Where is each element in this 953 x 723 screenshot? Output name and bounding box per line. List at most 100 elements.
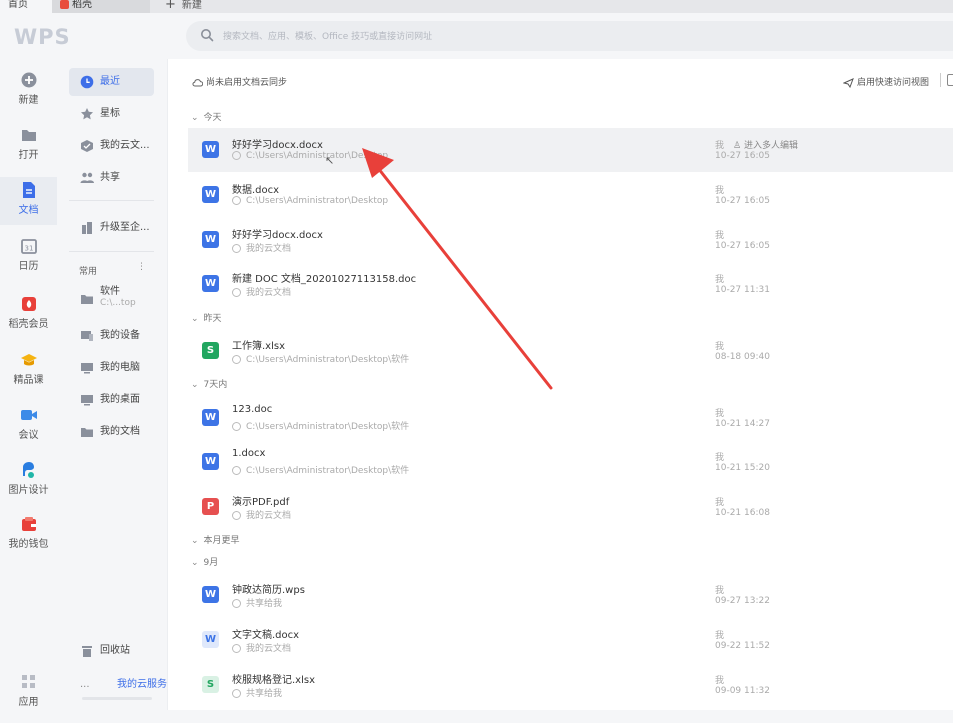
calendar-icon: 31 xyxy=(20,239,37,254)
cloud-doc-icon xyxy=(232,644,241,653)
quick-view-label: 启用快速访问视图 xyxy=(856,78,929,88)
search-input[interactable]: 搜索文档、应用、模板、Office 技巧或直接访问网址 xyxy=(186,21,953,51)
users-icon xyxy=(80,172,94,183)
cloud-doc-icon xyxy=(232,244,241,253)
rail-open-label: 打开 xyxy=(18,150,39,161)
rail-documents[interactable]: 文档 xyxy=(0,177,57,225)
wps-file-icon: W xyxy=(202,586,219,603)
quick-view-button[interactable]: 启用快速访问视图 xyxy=(842,75,929,88)
cloud-sync-status-icon xyxy=(232,466,241,475)
group-today[interactable]: ⌄ 今天 xyxy=(191,110,222,123)
file-row[interactable]: W 123.doc C:\Users\Administrator\Desktop… xyxy=(188,396,953,440)
rail-open[interactable]: 打开 xyxy=(0,126,57,176)
file-owner: 我 xyxy=(715,186,725,196)
file-row[interactable]: S 工作簿.xlsx C:\Users\Administrator\Deskto… xyxy=(188,329,953,373)
word-file-icon: W xyxy=(202,409,219,426)
rail-courses[interactable]: 精品课 xyxy=(0,351,57,401)
tab-home-label: 首页 xyxy=(8,0,28,10)
new-tab-label: 新建 xyxy=(181,0,202,11)
group-today-label: 今天 xyxy=(203,113,222,123)
sidebar-item-recent[interactable]: 最近 xyxy=(69,68,154,96)
left-rail: 新建 打开 文档 31 日历 稻壳会员 精品课 会议 图片设计 我的钱包 应用 xyxy=(0,59,57,710)
rail-daoke-member-label: 稻壳会员 xyxy=(8,319,49,330)
image-design-icon xyxy=(22,462,34,478)
group-month[interactable]: ⌄ 本月更早 xyxy=(191,533,240,546)
more-icon: ... xyxy=(80,679,90,690)
file-owner: 我 ♙ 进入多人编辑 xyxy=(715,138,798,151)
rail-image-design-label: 图片设计 xyxy=(8,485,49,496)
plus-circle-icon xyxy=(21,72,36,88)
rail-new[interactable]: 新建 xyxy=(0,71,57,121)
file-row[interactable]: W 好好学习docx.docx 我的云文档 我 10-27 16:05 xyxy=(188,218,953,262)
more-options-icon[interactable]: ⋮ xyxy=(137,262,146,272)
file-row[interactable]: W 文字文稿.docx 我的云文档 我 09-22 11:52 xyxy=(188,618,953,662)
window-icon[interactable] xyxy=(947,74,953,86)
file-path-text: 我的云文档 xyxy=(246,244,292,254)
group-september-label: 9月 xyxy=(203,558,219,568)
document-icon xyxy=(22,182,35,198)
word-file-icon: W xyxy=(202,231,219,248)
word-file-icon: W xyxy=(202,141,219,158)
rail-apps[interactable]: 应用 xyxy=(0,673,57,723)
file-owner: 我 xyxy=(715,631,725,641)
file-row[interactable]: S 校服规格登记.xlsx 共享给我 我 09-09 11:32 xyxy=(188,663,953,707)
sidebar-item-software-label: 软件 xyxy=(100,286,120,297)
file-row[interactable]: W 钟政达简历.wps 共享给我 我 09-27 13:22 xyxy=(188,573,953,617)
multi-edit-label: 进入多人编辑 xyxy=(743,141,798,151)
file-owner-text: 我 xyxy=(715,141,725,151)
file-time: 10-27 16:05 xyxy=(715,196,770,206)
sheet-file-icon: S xyxy=(202,676,219,693)
shared-icon xyxy=(232,599,241,608)
sidebar-item-upgrade-label: 升级至企... xyxy=(100,222,150,233)
group-week[interactable]: ⌄ 7天内 xyxy=(191,377,227,390)
word-file-icon: W xyxy=(202,186,219,203)
file-time: 08-18 09:40 xyxy=(715,352,770,362)
file-path-text: 我的云文档 xyxy=(246,644,292,654)
sidebar-item-my-device-label: 我的设备 xyxy=(100,330,140,341)
file-path: 我的云文档 xyxy=(232,508,291,521)
rail-meeting[interactable]: 会议 xyxy=(0,406,57,456)
file-name: 好好学习docx.docx xyxy=(232,230,323,241)
wps-logo: WPS xyxy=(14,25,71,49)
main-panel: 尚未启用文档云同步 启用快速访问视图 ⌄ 今天 W 好好学习docx.docx C… xyxy=(168,59,953,710)
file-path-text: 共享给我 xyxy=(246,599,283,609)
group-week-label: 7天内 xyxy=(203,380,228,390)
file-owner: 我 xyxy=(715,676,725,686)
folder-icon xyxy=(81,428,93,437)
svg-text:31: 31 xyxy=(24,245,33,253)
new-tab-button[interactable]: + 新建 xyxy=(165,0,245,13)
multi-edit-link[interactable]: ♙ 进入多人编辑 xyxy=(733,141,798,151)
file-row[interactable]: W 好好学习docx.docx C:\Users\Administrator\D… xyxy=(188,128,953,172)
file-path: C:\Users\Administrator\Desktop xyxy=(232,151,388,161)
word-file-icon: W xyxy=(202,275,219,292)
main-topbar: 尚未启用文档云同步 启用快速访问视图 xyxy=(168,59,953,105)
file-row[interactable]: W 数据.docx C:\Users\Administrator\Desktop… xyxy=(188,173,953,217)
apps-grid-icon xyxy=(21,675,35,688)
plus-icon: + xyxy=(165,0,176,12)
user-plus-icon: ♙ xyxy=(733,141,742,151)
chevron-down-icon: ⌄ xyxy=(191,314,199,324)
sidebar-item-my-desktop-label: 我的桌面 xyxy=(100,394,140,405)
file-row[interactable]: W 新建 DOC 文档_20201027113158.doc 我的云文档 我 1… xyxy=(188,262,953,306)
rail-daoke-member[interactable]: 稻壳会员 xyxy=(0,295,57,345)
rail-meeting-label: 会议 xyxy=(18,430,39,441)
group-september[interactable]: ⌄ 9月 xyxy=(191,555,218,568)
divider xyxy=(69,200,154,201)
search-icon xyxy=(201,29,214,42)
group-yesterday[interactable]: ⌄ 昨天 xyxy=(191,311,222,324)
file-path: C:\Users\Administrator\Desktop\软件 xyxy=(232,352,409,365)
file-row[interactable]: W 1.docx C:\Users\Administrator\Desktop\… xyxy=(188,440,953,484)
file-row[interactable]: P 演示PDF.pdf 我的云文档 我 10-21 16:08 xyxy=(188,485,953,529)
file-name: 文字文稿.docx xyxy=(232,630,300,641)
file-path: 我的云文档 xyxy=(232,641,291,654)
rail-calendar[interactable]: 31 日历 xyxy=(0,237,57,287)
file-path: 共享给我 xyxy=(232,596,282,609)
rail-wallet[interactable]: 我的钱包 xyxy=(0,515,57,565)
rail-image-design[interactable]: 图片设计 xyxy=(0,461,57,511)
file-path-text: C:\Users\Administrator\Desktop\软件 xyxy=(246,422,410,432)
tab-daoke[interactable]: 稻壳 xyxy=(52,0,150,13)
cloud-sync-link[interactable]: 尚未启用文档云同步 xyxy=(192,75,287,88)
tab-home[interactable]: 首页 xyxy=(0,0,52,13)
sidebar-item-my-cloud-label: 我的云文... xyxy=(100,140,150,151)
send-icon xyxy=(842,77,854,88)
